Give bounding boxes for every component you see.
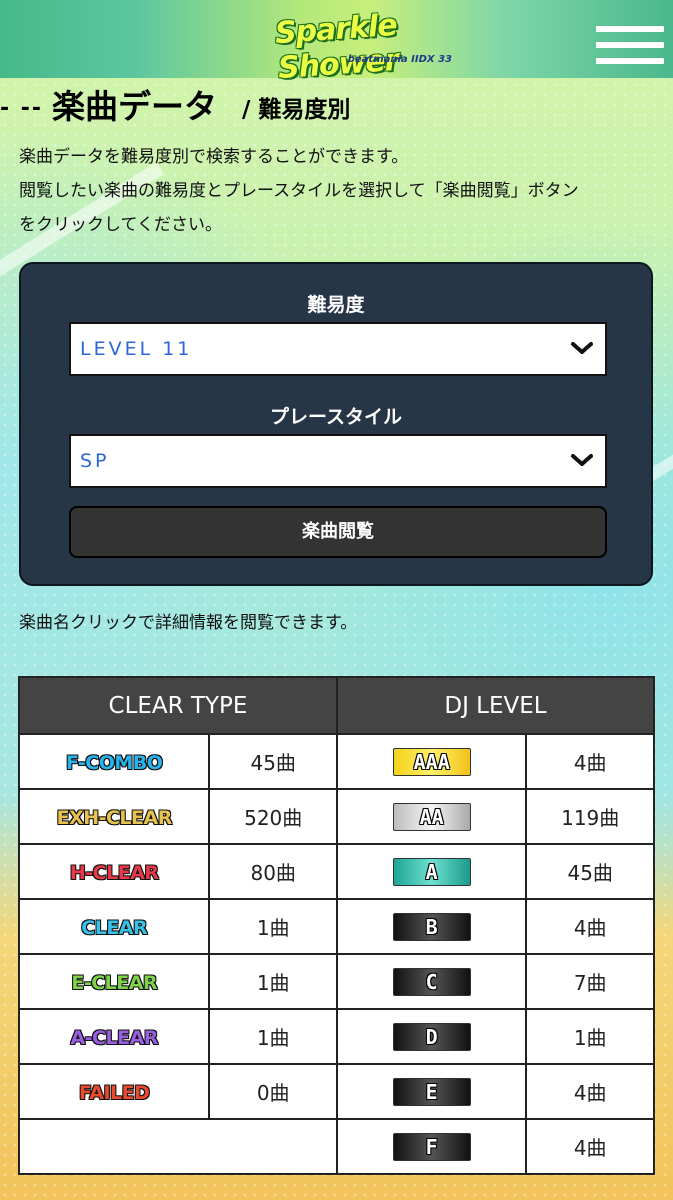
clear-type-label: A-CLEAR: [70, 1026, 159, 1050]
difficulty-label: 難易度: [307, 294, 365, 316]
dj-level-cell: C: [335, 953, 528, 1010]
site-header: Sparkle Shower beatmania IIDX 33: [0, 0, 673, 86]
search-panel: 難易度 LEVEL 11 プレースタイル SP 楽曲閲覧: [19, 262, 653, 586]
page-heading: - -- 楽曲データ / 難易度別: [0, 78, 673, 126]
dj-level-count: 4曲: [525, 1063, 655, 1120]
table-row: H-CLEAR 80曲 A 45曲: [17, 843, 655, 900]
detail-note: 楽曲名クリックで詳細情報を閲覧できます。: [19, 613, 358, 633]
dj-level-badge: B: [392, 912, 471, 941]
clear-type-label: CLEAR: [81, 916, 149, 940]
dj-level-badge: AA: [392, 802, 471, 831]
empty-cell: [18, 1118, 338, 1175]
dj-level-badge: A: [392, 857, 471, 886]
dj-level-badge: D: [392, 1022, 471, 1051]
dj-level-count: 1曲: [525, 1008, 655, 1065]
table-row: A-CLEAR 1曲 D 1曲: [17, 1008, 655, 1065]
clear-type-cell: CLEAR: [17, 898, 211, 955]
clear-type-label: FAILED: [78, 1081, 150, 1105]
table-row: F-COMBO 45曲 AAA 4曲: [17, 733, 655, 790]
logo-subtitle: beatmania IIDX 33: [347, 54, 452, 65]
view-songs-button[interactable]: 楽曲閲覧: [69, 506, 607, 558]
difficulty-select[interactable]: LEVEL 11: [69, 322, 607, 376]
dj-level-count: 7曲: [525, 953, 655, 1010]
clear-type-header: CLEAR TYPE: [18, 676, 338, 735]
clear-type-count: 1曲: [208, 1008, 338, 1065]
clear-type-cell: F-COMBO: [17, 733, 211, 790]
dj-level-count: 45曲: [525, 843, 655, 900]
dj-level-cell: B: [335, 898, 528, 955]
table-row: F 4曲: [18, 1118, 655, 1175]
hamburger-menu-icon: [596, 58, 664, 64]
dj-level-count: 4曲: [525, 733, 655, 790]
table-row: E-CLEAR 1曲 C 7曲: [17, 953, 655, 1010]
clear-type-count: 1曲: [208, 953, 338, 1010]
table-header-row: CLEAR TYPE DJ LEVEL: [18, 676, 656, 735]
intro-text: 楽曲データを難易度別で検索することができます。 閲覧したい楽曲の難易度とプレース…: [19, 140, 664, 242]
intro-line: 閲覧したい楽曲の難易度とプレースタイルを選択して「楽曲閲覧」ボタン: [19, 181, 579, 201]
difficulty-value: LEVEL 11: [80, 338, 193, 360]
dj-level-badge: E: [392, 1077, 471, 1106]
table-row: CLEAR 1曲 B 4曲: [17, 898, 655, 955]
dj-level-cell: F: [335, 1118, 528, 1175]
clear-type-cell: FAILED: [17, 1063, 211, 1120]
dj-level-count: 4曲: [525, 898, 655, 955]
clear-type-label: F-COMBO: [65, 751, 163, 775]
page-title: 楽曲データ: [52, 87, 217, 126]
play-style-label: プレースタイル: [269, 406, 403, 428]
hamburger-menu-icon: [596, 42, 664, 48]
clear-type-cell: A-CLEAR: [17, 1008, 211, 1065]
clear-type-count: 0曲: [208, 1063, 338, 1120]
clear-type-count: 80曲: [208, 843, 338, 900]
chevron-down-icon: [571, 342, 593, 354]
clear-type-label: EXH-CLEAR: [56, 806, 173, 830]
clear-type-cell: H-CLEAR: [17, 843, 211, 900]
clear-type-cell: E-CLEAR: [17, 953, 211, 1010]
clear-type-count: 45曲: [208, 733, 338, 790]
play-style-select[interactable]: SP: [69, 434, 607, 488]
dj-level-count: 4曲: [525, 1118, 655, 1175]
sparkle-shower-logo[interactable]: Sparkle Shower beatmania IIDX 33: [222, 8, 452, 86]
hamburger-menu-button[interactable]: [596, 26, 666, 66]
dj-level-badge: AAA: [392, 747, 471, 776]
dj-level-badge: F: [392, 1132, 471, 1161]
clear-type-count: 1曲: [208, 898, 338, 955]
intro-line: をクリックしてください。: [19, 215, 222, 235]
dj-level-header: DJ LEVEL: [335, 676, 656, 735]
clear-type-count: 520曲: [208, 788, 338, 845]
chevron-down-icon: [571, 454, 593, 466]
clear-type-label: H-CLEAR: [69, 861, 160, 885]
clear-stats-table: CLEAR TYPE DJ LEVEL F-COMBO 45曲 AAA 4曲 EXH-C…: [17, 676, 656, 1175]
dj-level-cell: D: [335, 1008, 528, 1065]
page-subtitle: / 難易度別: [242, 97, 351, 123]
intro-line: 楽曲データを難易度別で検索することができます。: [19, 147, 409, 167]
hamburger-menu-icon: [596, 26, 664, 32]
dj-level-cell: A: [335, 843, 528, 900]
dj-level-cell: AAA: [335, 733, 528, 790]
table-row: EXH-CLEAR 520曲 AA 119曲: [17, 788, 655, 845]
dj-level-badge: C: [392, 967, 471, 996]
table-row: FAILED 0曲 E 4曲: [17, 1063, 655, 1120]
clear-type-cell: EXH-CLEAR: [17, 788, 211, 845]
play-style-value: SP: [80, 450, 110, 472]
table-body: F-COMBO 45曲 AAA 4曲 EXH-CLEAR 520曲 AA 119曲 H-CLEA…: [17, 733, 655, 1175]
dj-level-count: 119曲: [525, 788, 655, 845]
heading-dashes: - --: [0, 96, 44, 121]
dj-level-cell: E: [335, 1063, 528, 1120]
dj-level-cell: AA: [335, 788, 528, 845]
clear-type-label: E-CLEAR: [71, 971, 159, 995]
